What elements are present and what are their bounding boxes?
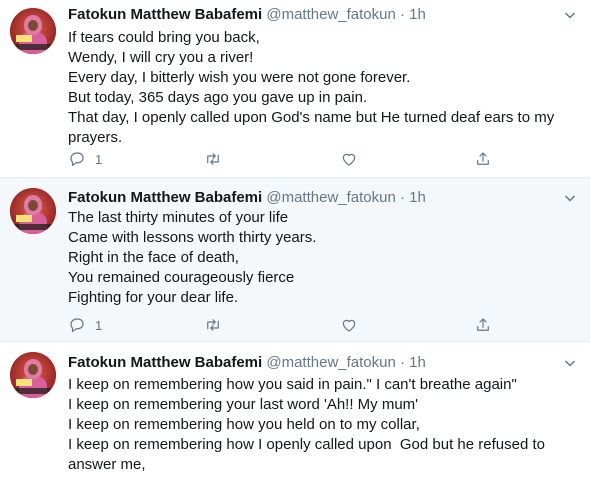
- author-handle[interactable]: @matthew_fatokun: [266, 354, 395, 371]
- tweet-line: Came with lessons worth thirty years.: [68, 229, 317, 246]
- tweet[interactable]: Fatokun Matthew Babafemi @matthew_fatoku…: [0, 178, 590, 342]
- retweet-icon: [207, 153, 219, 165]
- share-icon: [477, 152, 489, 165]
- tweet-actions: 1: [68, 315, 508, 335]
- author-handle[interactable]: @matthew_fatokun: [266, 189, 395, 206]
- timestamp[interactable]: 1h: [409, 354, 426, 371]
- reply-icon: [70, 318, 84, 332]
- retweet-icon: [207, 319, 219, 331]
- reply-count: 1: [95, 151, 103, 167]
- tweet-line: But today, 365 days ago you gave up in p…: [68, 89, 368, 106]
- tweet-line: If tears could bring you back,: [68, 29, 260, 46]
- tweet-line: prayers.: [68, 129, 123, 146]
- tweet-line: Right in the face of death,: [68, 249, 239, 266]
- tweet-line: I keep on remembering how I openly calle…: [68, 436, 545, 453]
- tweet-line: I keep on remembering how you said in pa…: [68, 376, 517, 393]
- tweet-line: Every day, I bitterly wish you were not …: [68, 69, 411, 86]
- tweet-text: The last thirty minutes of your life Cam…: [68, 208, 578, 308]
- like-button[interactable]: [340, 315, 358, 335]
- tweet-line: I keep on remembering your last word 'Ah…: [68, 396, 419, 413]
- chevron-down-icon[interactable]: [564, 192, 576, 204]
- tweet-header: Fatokun Matthew Babafemi @matthew_fatoku…: [68, 188, 426, 208]
- tweet-header: Fatokun Matthew Babafemi @matthew_fatoku…: [68, 353, 426, 373]
- chevron-down-icon[interactable]: [564, 357, 576, 369]
- tweet-line: Wendy, I will cry you a river!: [68, 49, 254, 66]
- retweet-button[interactable]: [204, 315, 222, 335]
- author-name[interactable]: Fatokun Matthew Babafemi: [68, 189, 262, 206]
- reply-button[interactable]: 1: [68, 315, 102, 335]
- tweet-line: Fighting for your dear life.: [68, 289, 239, 306]
- reply-button[interactable]: 1: [68, 149, 102, 169]
- retweet-button[interactable]: [204, 149, 222, 169]
- avatar[interactable]: [10, 8, 56, 54]
- tweet-text: If tears could bring you back, Wendy, I …: [68, 28, 578, 148]
- reply-count: 1: [95, 317, 103, 333]
- tweet-actions: 1: [68, 149, 508, 169]
- tweet-line: You remained courageously fierce: [68, 269, 295, 286]
- share-button[interactable]: [474, 315, 492, 335]
- tweet-line: answer me,: [68, 456, 146, 473]
- tweet-line: That day, I openly called upon God's nam…: [68, 109, 555, 126]
- like-button[interactable]: [340, 149, 358, 169]
- timestamp[interactable]: 1h: [409, 6, 426, 23]
- tweet-line: I keep on remembering how you held on to…: [68, 416, 420, 433]
- separator-dot: ·: [400, 354, 405, 371]
- tweet-line: The last thirty minutes of your life: [68, 209, 289, 226]
- timestamp[interactable]: 1h: [409, 189, 426, 206]
- tweet[interactable]: Fatokun Matthew Babafemi @matthew_fatoku…: [0, 0, 590, 178]
- author-name[interactable]: Fatokun Matthew Babafemi: [68, 6, 262, 23]
- author-handle[interactable]: @matthew_fatokun: [266, 6, 395, 23]
- separator-dot: ·: [400, 6, 405, 23]
- author-name[interactable]: Fatokun Matthew Babafemi: [68, 354, 262, 371]
- heart-icon: [342, 153, 356, 166]
- avatar[interactable]: [10, 352, 56, 398]
- tweet-text: I keep on remembering how you said in pa…: [68, 375, 578, 475]
- separator-dot: ·: [400, 189, 405, 206]
- share-icon: [477, 318, 489, 331]
- chevron-down-icon[interactable]: [564, 9, 576, 21]
- tweet[interactable]: Fatokun Matthew Babafemi @matthew_fatoku…: [0, 342, 590, 478]
- avatar[interactable]: [10, 188, 56, 234]
- reply-icon: [70, 152, 84, 166]
- heart-icon: [342, 319, 356, 332]
- tweet-header: Fatokun Matthew Babafemi @matthew_fatoku…: [68, 5, 426, 25]
- share-button[interactable]: [474, 149, 492, 169]
